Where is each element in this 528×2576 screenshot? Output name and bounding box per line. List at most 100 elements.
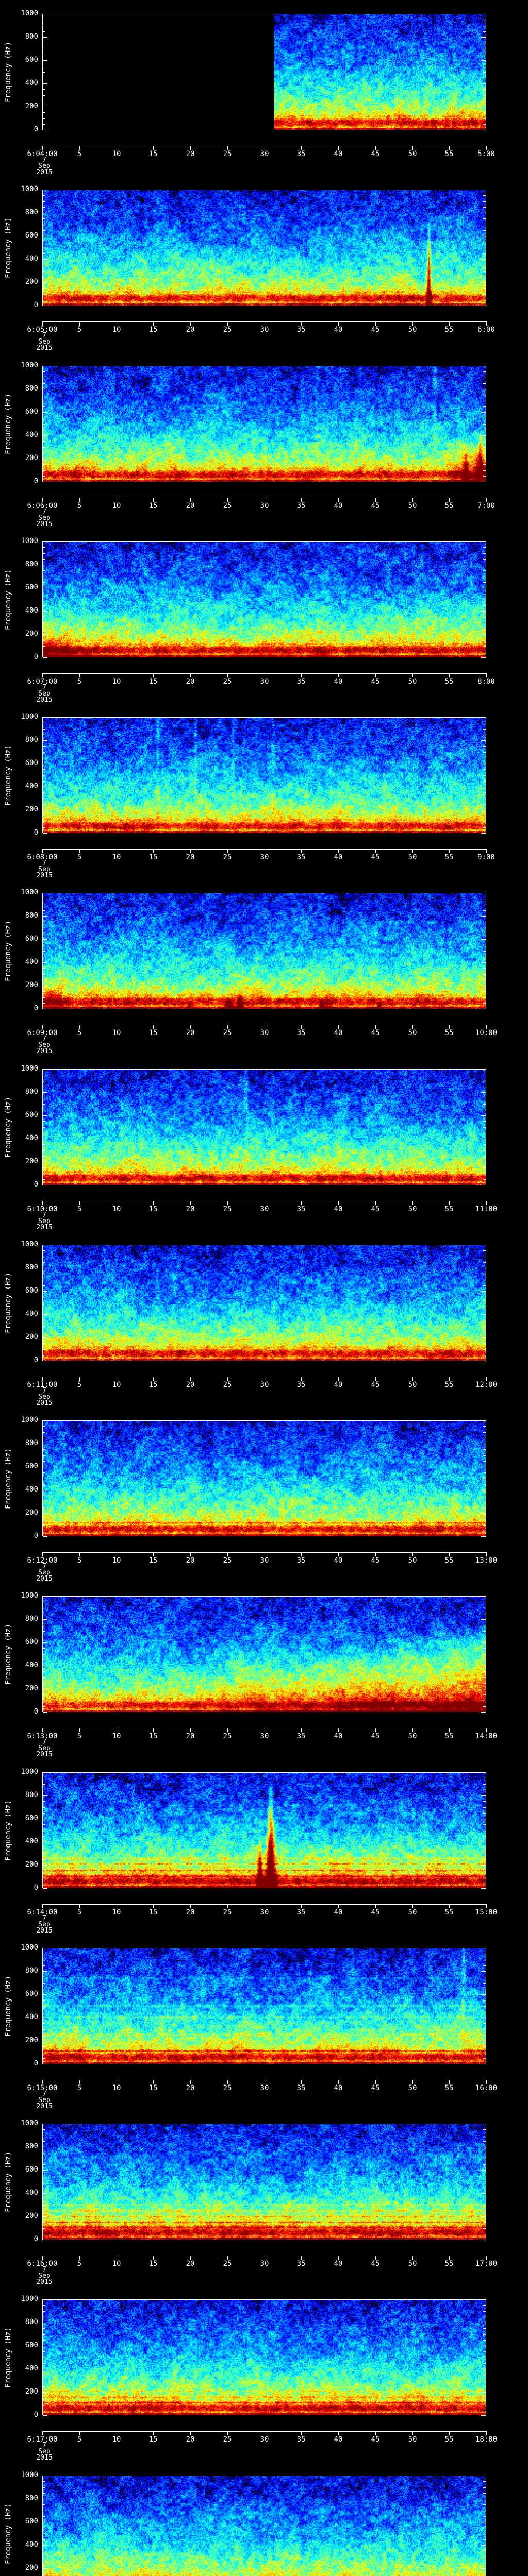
y-tick [483,218,486,219]
y-tick [481,1314,486,1315]
time-tick [412,2080,413,2084]
y-tick [481,1865,486,1866]
y-tick [43,1859,45,1860]
time-tick-label: 40 [334,2084,343,2092]
time-tick-label: 15 [148,2435,158,2444]
time-tick-label: 20 [186,326,195,334]
y-tick [43,218,45,219]
y-tick-label: 1000 [21,2119,38,2127]
y-tick [483,406,486,407]
time-tick-label: 35 [296,1556,306,1565]
time-tick-label: 40 [334,2260,343,2268]
spectrogram-canvas [42,1596,486,1712]
y-tick [43,792,45,793]
time-tick-label: 25 [223,1381,232,1389]
time-tick [42,1201,43,1205]
y-axis-title: Frequency (Hz) [4,1623,12,1685]
time-tick [449,1377,450,1381]
y-tick [483,1677,486,1678]
y-tick-label: 600 [25,408,38,416]
y-tick [43,1426,45,1427]
time-tick-label: 40 [334,1908,343,1917]
time-tick [42,850,43,853]
y-tick [483,775,486,776]
time-tick [79,674,80,677]
time-tick-label: 35 [296,2084,306,2092]
y-tick [481,1069,486,1070]
y-tick [483,447,486,448]
y-tick-label: 200 [25,630,38,638]
time-tick [375,1905,376,1908]
time-tick [227,1025,228,1029]
time-tick-label: 5 [77,150,82,158]
y-axis-title: Frequency (Hz) [4,41,12,103]
y-tick [43,582,45,583]
y-tick [481,1795,486,1796]
time-tick [412,322,413,326]
y-tick [483,2516,486,2517]
y-tick [483,582,486,583]
time-tick-label: 30 [260,150,269,158]
y-tick-label: 0 [34,125,38,133]
time-tick-label: 50 [408,1732,417,1740]
time-tick-label: 45 [371,853,380,861]
time-tick [227,2432,228,2435]
y-axis-title: Frequency (Hz) [4,2327,12,2388]
y-tick [483,1484,486,1485]
y-tick [43,2141,45,2142]
time-tick-label: 45 [371,150,380,158]
time-tick-label: 5 [77,853,82,861]
y-tick [483,470,486,471]
time-tick [42,322,43,326]
time-tick [79,2256,80,2260]
y-tick-label: 600 [25,2165,38,2174]
time-tick-label: 5 [77,1732,82,1740]
time-tick-label: 55 [444,1908,454,1917]
time-tick [412,498,413,502]
y-tick [43,2035,45,2036]
time-tick [338,498,339,502]
y-axis-title: Frequency (Hz) [4,2151,12,2212]
y-tick [483,1965,486,1966]
time-tick-label: 10 [112,326,121,334]
time-tick-label: 25 [223,150,232,158]
time-tick-label: 55 [444,853,454,861]
y-tick-label: 600 [25,1462,38,1470]
time-tick [42,2432,43,2435]
time-tick [449,674,450,677]
y-tick [483,2351,486,2352]
y-tick [43,2164,45,2165]
time-tick [227,1905,228,1908]
time-tick [412,1905,413,1908]
y-tick [43,1507,45,1508]
time-tick-label: 50 [408,1556,417,1565]
y-tick [483,2334,486,2335]
y-tick [43,781,45,782]
time-tick-label: 55 [444,1205,454,1213]
time-end-label: 7:00 [477,502,495,510]
time-tick-label: 5 [77,1381,82,1389]
time-tick-label: 10 [112,502,121,510]
y-tick-label: 800 [25,560,38,568]
y-tick [43,470,45,471]
time-tick [338,1201,339,1205]
y-tick [483,605,486,606]
y-tick [43,2129,45,2130]
time-tick-label: 25 [223,2260,232,2268]
time-tick-label: 10 [112,1029,121,1037]
y-tick [483,729,486,730]
time-tick-label: 15 [148,2260,158,2268]
y-tick-label: 600 [25,1111,38,1119]
y-tick-label: 200 [25,102,38,110]
y-tick [483,1654,486,1655]
y-tick [483,1525,486,1526]
spectrogram-figure: Frequency (Hz) 1000 800 600 400 200 0 6:04:00 5 1… [0,0,528,2576]
y-tick [43,447,45,448]
time-tick [486,498,487,502]
y-tick [481,611,486,612]
date-line: 2015 [36,168,53,176]
time-tick-label: 20 [186,2260,195,2268]
time-tick-label: 35 [296,1381,306,1389]
y-tick-label: 800 [25,911,38,920]
time-tick-label: 15 [148,150,158,158]
